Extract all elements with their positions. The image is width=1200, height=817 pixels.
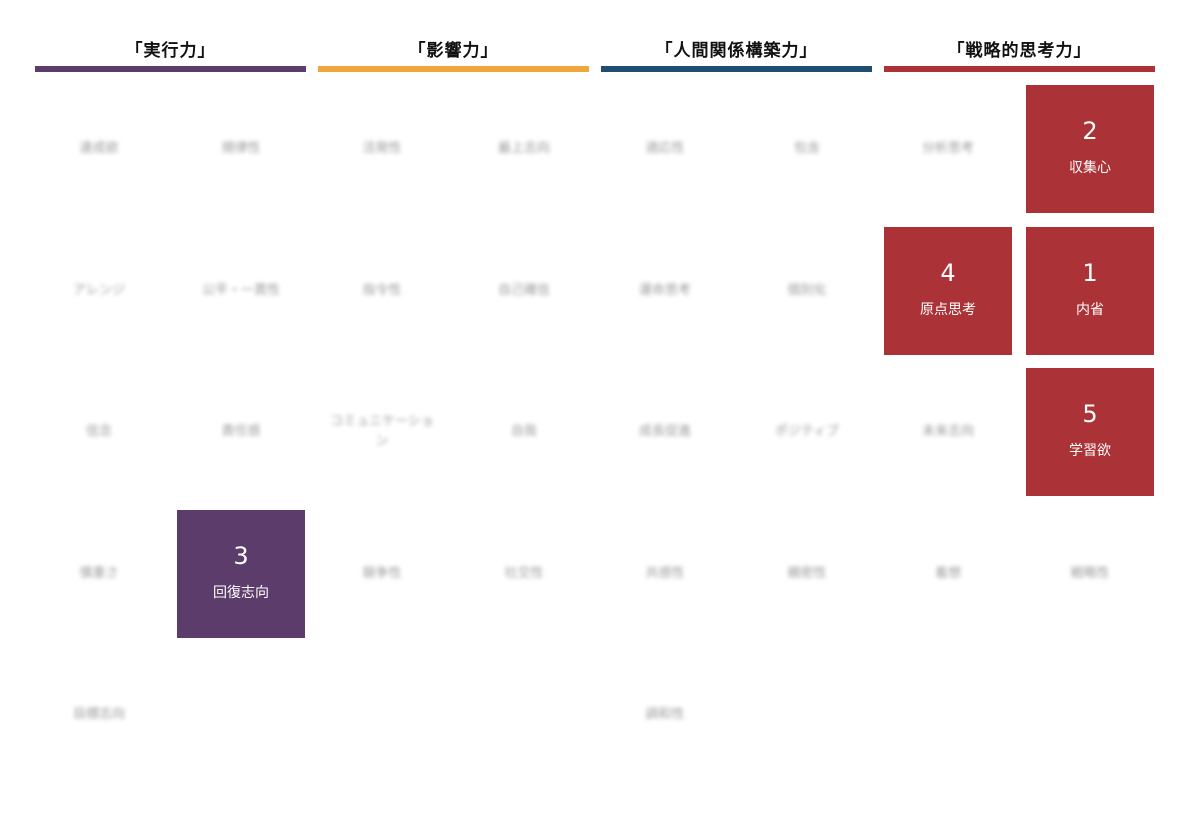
domain-header: 「影響力」 bbox=[318, 32, 589, 72]
domain-relationship-building: 「人間関係構築力」 適応性 包含 運命思考 個別化 成長促進 ポジティブ 共感性… bbox=[601, 0, 872, 817]
strength-label: 規律性 bbox=[221, 141, 261, 156]
strength-rank: 3 bbox=[233, 542, 249, 570]
strength-label: 未来志向 bbox=[921, 424, 974, 439]
strength-cell: 公平・一貫性 bbox=[177, 227, 305, 355]
strength-cell: 包含 bbox=[743, 85, 871, 213]
domain-influencing: 「影響力」 活発性 最上志向 指令性 自己確信 コミュニケーション 自我 競争性… bbox=[318, 0, 589, 817]
strength-label: 原点思考 bbox=[920, 302, 976, 318]
domain-header: 「人間関係構築力」 bbox=[601, 32, 872, 72]
strength-cell: 自我 bbox=[460, 368, 588, 496]
strength-cell: 社交性 bbox=[460, 510, 588, 638]
strength-label: アレンジ bbox=[72, 283, 125, 298]
strength-cell: 調和性 bbox=[601, 651, 729, 779]
strength-cell: 指令性 bbox=[318, 227, 446, 355]
domain-color-bar bbox=[318, 66, 589, 72]
domain-title: 「人間関係構築力」 bbox=[655, 41, 818, 61]
strength-label: 公平・一貫性 bbox=[201, 283, 280, 298]
strength-cell: コミュニケーション bbox=[318, 368, 446, 496]
strength-cell: 1 内省 bbox=[1026, 227, 1154, 355]
strength-label: 最上志向 bbox=[497, 141, 550, 156]
strength-label: 個別化 bbox=[787, 283, 827, 298]
domain-color-bar bbox=[35, 66, 306, 72]
strength-label: 成長促進 bbox=[638, 424, 691, 439]
strength-label: 指令性 bbox=[362, 283, 402, 298]
strength-rank: 5 bbox=[1082, 400, 1098, 428]
strength-label: 達成欲 bbox=[79, 141, 119, 156]
domain-color-bar bbox=[884, 66, 1155, 72]
strength-cell: 規律性 bbox=[177, 85, 305, 213]
strength-cell: 慎重さ bbox=[35, 510, 163, 638]
strength-cell: 適応性 bbox=[601, 85, 729, 213]
strength-cell: 達成欲 bbox=[35, 85, 163, 213]
domain-title: 「影響力」 bbox=[408, 41, 499, 61]
strength-label: 回復志向 bbox=[213, 585, 269, 601]
strength-cell: 自己確信 bbox=[460, 227, 588, 355]
strength-cell: 戦略性 bbox=[1026, 510, 1154, 638]
strength-label: 着想 bbox=[934, 566, 961, 581]
strength-cell: 2 収集心 bbox=[1026, 85, 1154, 213]
strength-cell: 運命思考 bbox=[601, 227, 729, 355]
strength-label: 目標志向 bbox=[72, 707, 125, 722]
domain-executing: 「実行力」 達成欲 規律性 アレンジ 公平・一貫性 信念 責任感 慎重さ 3 回復… bbox=[35, 0, 306, 817]
strength-label: 自己確信 bbox=[497, 283, 550, 298]
domain-header: 「戦略的思考力」 bbox=[884, 32, 1155, 72]
strength-rank: 4 bbox=[940, 259, 956, 287]
strength-cell: 競争性 bbox=[318, 510, 446, 638]
strength-label: 慎重さ bbox=[79, 566, 119, 581]
strength-cell: 未来志向 bbox=[884, 368, 1012, 496]
strength-cell: 信念 bbox=[35, 368, 163, 496]
strength-label: 分析思考 bbox=[921, 141, 974, 156]
strength-label: コミュニケーション bbox=[330, 414, 434, 449]
strength-label: 競争性 bbox=[362, 566, 402, 581]
strength-cell: アレンジ bbox=[35, 227, 163, 355]
strength-rank: 1 bbox=[1082, 259, 1098, 287]
strength-cell: 目標志向 bbox=[35, 651, 163, 779]
strength-label: 内省 bbox=[1076, 302, 1104, 318]
strength-label: 信念 bbox=[85, 424, 112, 439]
strength-cell: 最上志向 bbox=[460, 85, 588, 213]
strength-cell: ポジティブ bbox=[743, 368, 871, 496]
strength-cell: 個別化 bbox=[743, 227, 871, 355]
strength-cell: 共感性 bbox=[601, 510, 729, 638]
strength-cell: 分析思考 bbox=[884, 85, 1012, 213]
strength-cell: 4 原点思考 bbox=[884, 227, 1012, 355]
strength-label: 戦略性 bbox=[1070, 566, 1110, 581]
strength-label: 共感性 bbox=[645, 566, 685, 581]
strength-cell: 5 学習欲 bbox=[1026, 368, 1154, 496]
strength-label: 調和性 bbox=[645, 707, 685, 722]
strength-label: 包含 bbox=[793, 141, 820, 156]
strength-cell: 着想 bbox=[884, 510, 1012, 638]
strength-cell: 活発性 bbox=[318, 85, 446, 213]
strength-cell: 3 回復志向 bbox=[177, 510, 305, 638]
strength-rank: 2 bbox=[1082, 117, 1098, 145]
strength-cell: 成長促進 bbox=[601, 368, 729, 496]
strength-label: 責任感 bbox=[221, 424, 261, 439]
strength-label: 適応性 bbox=[645, 141, 685, 156]
strengths-board: 「実行力」 達成欲 規律性 アレンジ 公平・一貫性 信念 責任感 慎重さ 3 回復… bbox=[35, 0, 1155, 817]
strength-label: 学習欲 bbox=[1069, 443, 1111, 459]
strength-label: 自我 bbox=[510, 424, 537, 439]
strength-cell: 親密性 bbox=[743, 510, 871, 638]
domain-title: 「戦略的思考力」 bbox=[947, 41, 1092, 61]
strength-label: 活発性 bbox=[362, 141, 402, 156]
strength-label: 社交性 bbox=[504, 566, 544, 581]
domain-header: 「実行力」 bbox=[35, 32, 306, 72]
strength-label: 収集心 bbox=[1069, 160, 1111, 176]
strength-label: 親密性 bbox=[787, 566, 827, 581]
strength-label: ポジティブ bbox=[774, 424, 840, 439]
strength-label: 運命思考 bbox=[638, 283, 691, 298]
domain-title: 「実行力」 bbox=[125, 41, 216, 61]
domain-color-bar bbox=[601, 66, 872, 72]
domain-strategic-thinking: 「戦略的思考力」 分析思考 2 収集心 4 原点思考 1 内省 未来志向 5 学習欲 着… bbox=[884, 0, 1155, 817]
strength-cell: 責任感 bbox=[177, 368, 305, 496]
